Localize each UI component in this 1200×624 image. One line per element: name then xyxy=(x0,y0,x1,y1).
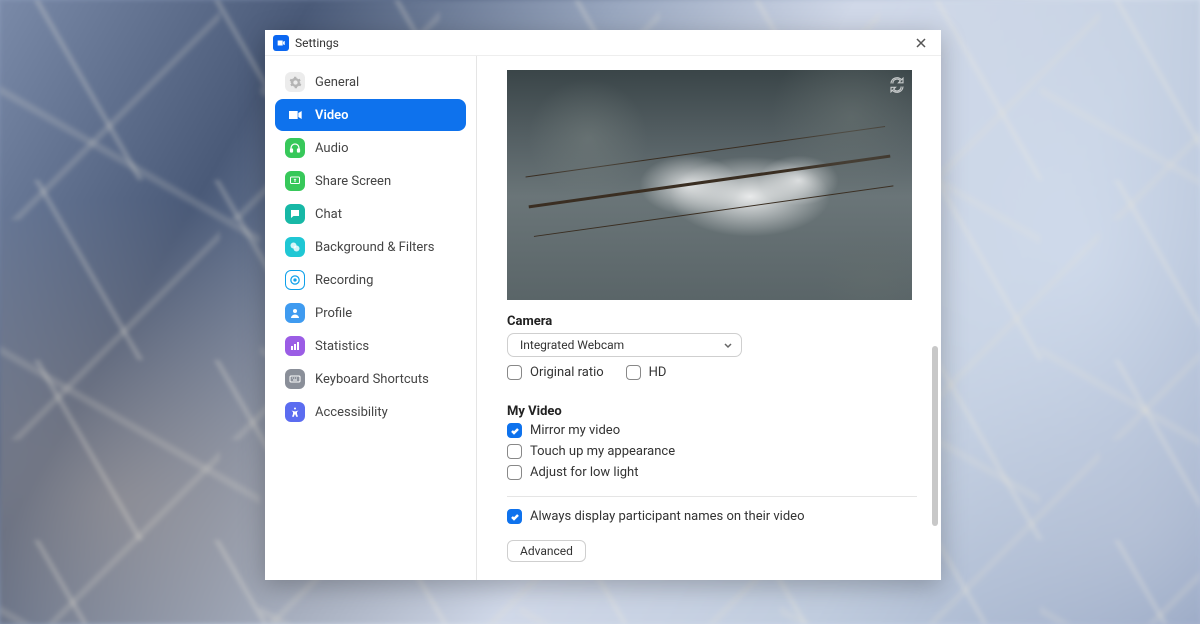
app-icon xyxy=(273,35,289,51)
mirror-checkbox[interactable] xyxy=(507,423,522,438)
filters-icon xyxy=(285,237,305,257)
video-preview xyxy=(507,70,912,300)
sidebar-item-recording[interactable]: Recording xyxy=(275,264,466,296)
headphones-icon xyxy=(285,138,305,158)
touchup-label: Touch up my appearance xyxy=(530,444,675,459)
settings-content: Camera Integrated Webcam Original ratio … xyxy=(477,56,941,580)
sidebar-item-label: Audio xyxy=(315,141,348,156)
sidebar-item-keyboard-shortcuts[interactable]: Keyboard Shortcuts xyxy=(275,363,466,395)
divider xyxy=(507,496,917,497)
sidebar-item-video[interactable]: Video xyxy=(275,99,466,131)
touchup-checkbox[interactable] xyxy=(507,444,522,459)
camera-selected-value: Integrated Webcam xyxy=(520,338,624,352)
hd-checkbox[interactable] xyxy=(626,365,641,380)
sidebar-item-label: Video xyxy=(315,108,349,123)
accessibility-icon xyxy=(285,402,305,422)
record-icon xyxy=(285,270,305,290)
titlebar: Settings xyxy=(265,30,941,56)
rotate-camera-button[interactable] xyxy=(888,76,906,94)
window-title: Settings xyxy=(295,36,339,50)
sidebar-item-general[interactable]: General xyxy=(275,66,466,98)
mirror-checkbox-row[interactable]: Mirror my video xyxy=(507,423,917,438)
sidebar-item-label: Statistics xyxy=(315,339,369,354)
display-names-label: Always display participant names on thei… xyxy=(530,509,804,524)
scrollbar[interactable] xyxy=(932,346,938,526)
sidebar-item-label: Profile xyxy=(315,306,352,321)
close-button[interactable] xyxy=(909,33,933,53)
sidebar-item-label: Keyboard Shortcuts xyxy=(315,372,429,387)
original-ratio-checkbox-row[interactable]: Original ratio xyxy=(507,365,604,380)
sidebar-item-chat[interactable]: Chat xyxy=(275,198,466,230)
sidebar-item-label: General xyxy=(315,75,359,90)
sidebar-item-accessibility[interactable]: Accessibility xyxy=(275,396,466,428)
sidebar-item-background-filters[interactable]: Background & Filters xyxy=(275,231,466,263)
sidebar-item-label: Chat xyxy=(315,207,342,222)
sidebar-item-label: Background & Filters xyxy=(315,240,434,255)
original-ratio-label: Original ratio xyxy=(530,365,604,380)
my-video-section-label: My Video xyxy=(507,404,917,419)
sidebar-item-label: Recording xyxy=(315,273,373,288)
sidebar-item-share-screen[interactable]: Share Screen xyxy=(275,165,466,197)
settings-sidebar: General Video Audio Share Screen xyxy=(275,56,477,580)
touchup-checkbox-row[interactable]: Touch up my appearance xyxy=(507,444,917,459)
stats-icon xyxy=(285,336,305,356)
sidebar-item-audio[interactable]: Audio xyxy=(275,132,466,164)
sidebar-item-profile[interactable]: Profile xyxy=(275,297,466,329)
sidebar-item-label: Accessibility xyxy=(315,405,388,420)
lowlight-checkbox-row[interactable]: Adjust for low light xyxy=(507,465,917,480)
camera-select[interactable]: Integrated Webcam xyxy=(507,333,742,357)
lowlight-label: Adjust for low light xyxy=(530,465,638,480)
lowlight-checkbox[interactable] xyxy=(507,465,522,480)
chevron-down-icon xyxy=(723,340,733,350)
hd-label: HD xyxy=(649,365,667,380)
display-names-checkbox[interactable] xyxy=(507,509,522,524)
video-icon xyxy=(285,105,305,125)
original-ratio-checkbox[interactable] xyxy=(507,365,522,380)
display-names-checkbox-row[interactable]: Always display participant names on thei… xyxy=(507,509,917,524)
keyboard-icon xyxy=(285,369,305,389)
sidebar-item-label: Share Screen xyxy=(315,174,391,189)
settings-window: Settings General Video xyxy=(265,30,941,580)
profile-icon xyxy=(285,303,305,323)
share-screen-icon xyxy=(285,171,305,191)
chat-icon xyxy=(285,204,305,224)
mirror-label: Mirror my video xyxy=(530,423,620,438)
advanced-button[interactable]: Advanced xyxy=(507,540,586,562)
camera-section-label: Camera xyxy=(507,314,917,329)
gear-icon xyxy=(285,72,305,92)
hd-checkbox-row[interactable]: HD xyxy=(626,365,667,380)
sidebar-item-statistics[interactable]: Statistics xyxy=(275,330,466,362)
